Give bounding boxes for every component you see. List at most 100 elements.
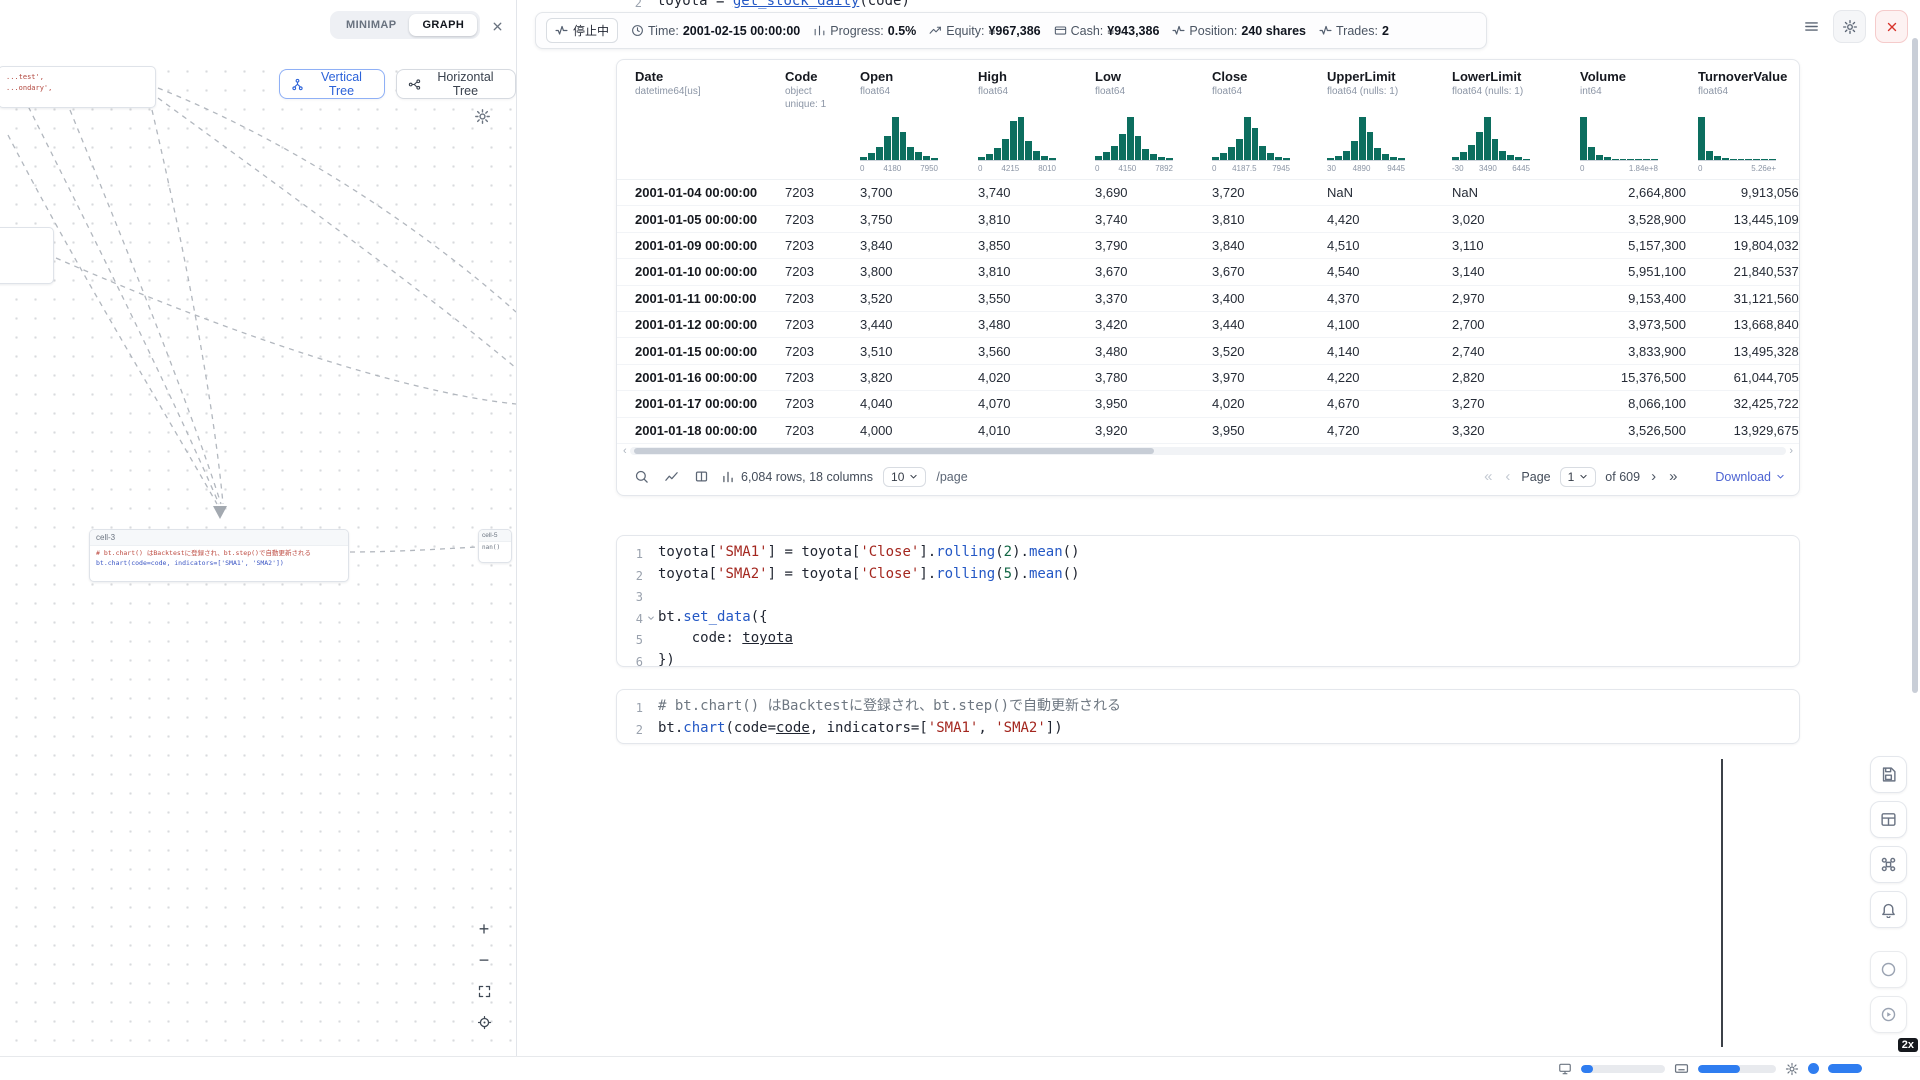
graph-node-cell-3[interactable]: cell-3 # bt.chart() はBacktestに登録され、bt.st…: [89, 529, 349, 582]
layout-button[interactable]: [1870, 801, 1907, 838]
cell-turnovervalue: 13,495,328,000: [1698, 344, 1800, 359]
cell-code: 7203: [785, 185, 860, 200]
cell-close: 3,440: [1212, 317, 1327, 332]
horizontal-scrollbar-thumb[interactable]: [634, 448, 1154, 454]
line-chart-icon: [664, 469, 679, 484]
zoom-out-button[interactable]: −: [472, 949, 496, 971]
graph-node-cell-5[interactable]: cell-5 nan(): [478, 529, 512, 563]
cell-date: 2001-01-17 00:00:00: [635, 396, 785, 411]
layout-panels-icon: [1880, 811, 1897, 828]
table-row[interactable]: 2001-01-09 00:00:0072033,8403,8503,7903,…: [617, 233, 1799, 259]
fit-view-button[interactable]: [472, 980, 496, 1002]
table-row[interactable]: 2001-01-17 00:00:0072034,0404,0703,9504,…: [617, 391, 1799, 417]
column-header-upperlimit[interactable]: UpperLimitfloat64 (nulls: 1)3048909445: [1327, 68, 1452, 179]
column-header-close[interactable]: Closefloat6404187.57945: [1212, 68, 1327, 179]
chart-view-button[interactable]: [661, 467, 681, 487]
gear-icon[interactable]: [1785, 1062, 1799, 1076]
pulse-icon: [555, 24, 568, 37]
close-panel-button[interactable]: [486, 15, 508, 37]
columns-button[interactable]: [691, 467, 711, 487]
cell-low: 3,370: [1095, 291, 1212, 306]
status-dot[interactable]: [1808, 1063, 1819, 1074]
menu-button[interactable]: [1798, 14, 1824, 40]
column-header-code[interactable]: Codeobjectunique: 1: [785, 68, 860, 179]
horizontal-scrollbar-track[interactable]: [630, 447, 1787, 455]
cell-high: 3,810: [978, 212, 1095, 227]
table-row[interactable]: 2001-01-16 00:00:0072033,8204,0203,7803,…: [617, 365, 1799, 391]
table-row[interactable]: 2001-01-12 00:00:0072033,4403,4803,4203,…: [617, 312, 1799, 338]
tray-slider-1[interactable]: [1581, 1065, 1665, 1073]
horizontal-scrollbar[interactable]: ‹ ›: [617, 444, 1799, 459]
cell-lowerlimit: NaN: [1452, 185, 1580, 200]
table-row[interactable]: 2001-01-04 00:00:0072033,7003,7403,6903,…: [617, 180, 1799, 206]
zoom-in-button[interactable]: +: [472, 918, 496, 940]
table-row[interactable]: 2001-01-15 00:00:0072033,5103,5603,4803,…: [617, 338, 1799, 364]
column-header-open[interactable]: Openfloat64041807950: [860, 68, 978, 179]
page-number-select[interactable]: 1: [1560, 467, 1597, 487]
settings-button[interactable]: [1833, 10, 1866, 43]
download-label: Download: [1715, 470, 1771, 484]
last-page-button[interactable]: »: [1667, 469, 1679, 484]
stop-button[interactable]: [1870, 951, 1907, 988]
table-row[interactable]: 2001-01-10 00:00:0072033,8003,8103,6703,…: [617, 259, 1799, 285]
column-header-low[interactable]: Lowfloat64041507892: [1095, 68, 1212, 179]
code-line: 1toyota['SMA1'] = toyota['Close'].rollin…: [617, 543, 1799, 565]
code-line: 5 code: toyota: [617, 629, 1799, 651]
gear-icon: [474, 108, 491, 125]
main-scrollbar[interactable]: [1912, 38, 1918, 693]
column-header-turnovervalue[interactable]: TurnoverValuefloat6405.26e+: [1698, 68, 1799, 179]
monitor-icon[interactable]: [1558, 1062, 1572, 1076]
cell-low: 3,950: [1095, 396, 1212, 411]
page-size-select[interactable]: 10: [883, 467, 926, 487]
status-item-cash: Cash:¥943,386: [1054, 24, 1160, 38]
column-header-date[interactable]: Datedatetime64[us]: [635, 68, 785, 179]
graph-node-fragment[interactable]: ...test', ...ondary',: [0, 66, 156, 108]
histogram-ticks: 041507892: [1095, 164, 1173, 173]
graph-node-clipped[interactable]: [0, 227, 54, 284]
first-page-button[interactable]: «: [1482, 469, 1494, 484]
horizontal-tree-icon: [408, 78, 421, 91]
tab-graph[interactable]: GRAPH: [409, 14, 477, 36]
prev-page-button[interactable]: ‹: [1503, 469, 1512, 484]
table-row[interactable]: 2001-01-18 00:00:0072034,0004,0103,9203,…: [617, 418, 1799, 444]
vertical-tree-button[interactable]: Vertical Tree: [279, 69, 385, 99]
graph-node-code: nan(): [479, 542, 511, 553]
code-cell-chart[interactable]: 1# bt.chart() はBacktestに登録され、bt.step()で自…: [616, 689, 1800, 744]
search-button[interactable]: [631, 467, 651, 487]
close-app-button[interactable]: [1875, 10, 1908, 43]
cell-open: 3,520: [860, 291, 978, 306]
tab-minimap[interactable]: MINIMAP: [333, 14, 409, 36]
column-header-high[interactable]: Highfloat64042158010: [978, 68, 1095, 179]
code-cell-sma[interactable]: 1toyota['SMA1'] = toyota['Close'].rollin…: [616, 535, 1800, 667]
pagination: « ‹ Page 1 of 609 › »: [1482, 467, 1679, 487]
run-state-chip: 停止中: [546, 18, 618, 43]
fold-icon[interactable]: [643, 608, 658, 630]
scroll-right-icon[interactable]: ›: [1789, 446, 1793, 457]
next-page-button[interactable]: ›: [1649, 469, 1658, 484]
column-histogram: [1327, 117, 1405, 161]
output-cursor-line: [1721, 759, 1723, 1047]
cell-lowerlimit: 3,270: [1452, 396, 1580, 411]
column-histogram: [1212, 117, 1290, 161]
horizontal-tree-button[interactable]: Horizontal Tree: [396, 69, 516, 99]
column-header-volume[interactable]: Volumeint6401.84e+8: [1580, 68, 1698, 179]
cell-low: 3,690: [1095, 185, 1212, 200]
table-row[interactable]: 2001-01-11 00:00:0072033,5203,5503,3703,…: [617, 286, 1799, 312]
cell-date: 2001-01-09 00:00:00: [635, 238, 785, 253]
graph-settings-button[interactable]: [474, 108, 491, 125]
save-button[interactable]: [1870, 756, 1907, 793]
locate-button[interactable]: [472, 1011, 496, 1033]
tray-slider-2[interactable]: [1698, 1065, 1776, 1073]
page-number-value: 1: [1568, 470, 1575, 484]
table-row[interactable]: 2001-01-05 00:00:0072033,7503,8103,7403,…: [617, 206, 1799, 232]
cell-high: 3,480: [978, 317, 1095, 332]
view-switcher: MINIMAP GRAPH: [330, 11, 480, 39]
run-button[interactable]: [1870, 996, 1907, 1033]
download-button[interactable]: Download: [1715, 470, 1785, 484]
notifications-button[interactable]: [1870, 891, 1907, 928]
keyboard-icon[interactable]: [1674, 1061, 1689, 1076]
keyboard-shortcuts-button[interactable]: [1870, 846, 1907, 883]
column-header-lowerlimit[interactable]: LowerLimitfloat64 (nulls: 1)-3034906445: [1452, 68, 1580, 179]
scroll-left-icon[interactable]: ‹: [623, 446, 627, 457]
dependency-edges: [0, 0, 517, 1056]
